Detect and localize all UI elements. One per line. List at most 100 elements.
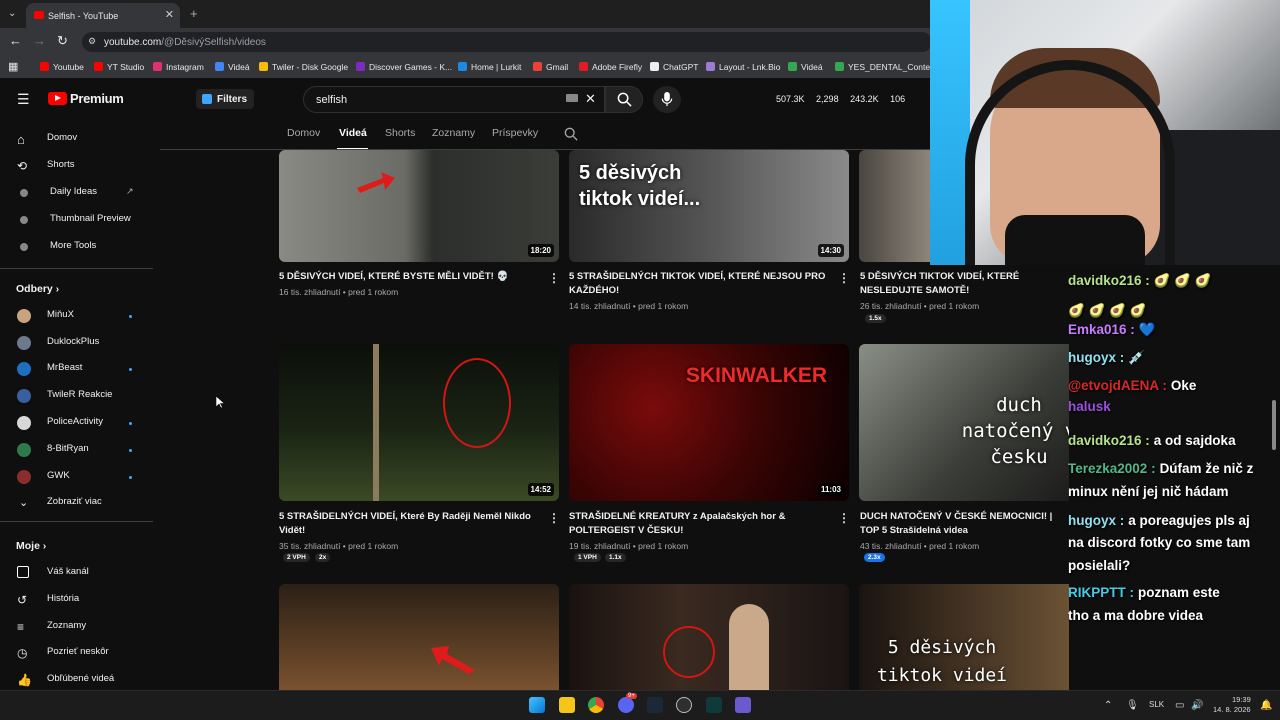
sidebar-item-history[interactable]: ↺ História (0, 593, 150, 607)
tab-shorts[interactable]: Shorts (385, 127, 415, 139)
clock-time[interactable]: 19:39 (1232, 695, 1251, 704)
video-thumbnail[interactable]: 18:20 (279, 150, 559, 262)
app-icon[interactable] (735, 697, 751, 713)
mouse-cursor-icon (216, 396, 225, 409)
youtube-logo[interactable]: Premium (48, 91, 124, 106)
site-info-icon[interactable]: ⚙ (88, 36, 96, 47)
search-input[interactable]: selfish ✕ (303, 86, 605, 113)
more-options-icon[interactable]: ⋮ (548, 511, 560, 525)
video-title[interactable]: 5 DĚSIVÝCH TIKTOK VIDEÍ, KTERÉ NESLEDUJT… (860, 270, 1065, 298)
terminal-icon[interactable] (706, 697, 722, 713)
bookmark-lnk-bio[interactable]: Layout - Lnk.Bio (706, 62, 780, 72)
bookmark-yes-dental[interactable]: YES_DENTAL_Conte... (835, 62, 937, 72)
page-scrollbar[interactable] (1272, 400, 1276, 450)
video-title[interactable]: 5 STRAŠIDELNÝCH TIKTOK VIDEÍ, KTERÉ NEJS… (569, 270, 835, 298)
bookmark-discover-games[interactable]: Discover Games - K... (356, 62, 452, 72)
channel-search-icon[interactable] (564, 127, 578, 141)
sidebar-item-your-channel[interactable]: Váš kanál (0, 566, 150, 580)
sidebar-item-thumbnail-preview[interactable]: Thumbnail Preview (0, 213, 150, 227)
close-tab-icon[interactable]: ✕ (165, 8, 174, 21)
video-thumbnail[interactable] (569, 584, 849, 690)
chat-username: hugoyx : (1068, 350, 1125, 365)
sidebar-sub-mrbeast[interactable]: MrBeast (0, 362, 150, 376)
volume-icon[interactable]: 🔊 (1191, 700, 1203, 711)
sidebar-item-liked-videos[interactable]: 👍 Obľúbené videá (0, 673, 150, 687)
me-heading[interactable]: Moje › (16, 540, 46, 552)
channel-stats-extension[interactable]: 507.3K 2,298 243.2K 106 (776, 94, 914, 104)
clock-date[interactable]: 14. 8. 2026 (1213, 705, 1251, 714)
sidebar-sub-minux[interactable]: MiňuX (0, 309, 150, 323)
filters-button[interactable]: Filters (196, 89, 254, 109)
video-thumbnail[interactable]: SKINWALKER 11:03 (569, 344, 849, 501)
new-tab-icon[interactable]: + (190, 6, 198, 21)
keyboard-icon[interactable] (566, 94, 578, 102)
sidebar-item-watch-later[interactable]: ◷ Pozrieť neskôr (0, 646, 150, 660)
video-thumbnail[interactable] (279, 584, 559, 690)
tab-list-icon[interactable]: ⌄ (8, 8, 16, 19)
voice-search-button[interactable] (653, 86, 681, 113)
sidebar-item-home[interactable]: ⌂ Domov (0, 132, 150, 147)
more-options-icon[interactable]: ⋮ (838, 271, 850, 285)
sidebar-sub-twiler-reakcie[interactable]: TwileR Reakcie (0, 389, 150, 403)
tray-overflow-icon[interactable]: ⌃ (1104, 700, 1112, 711)
video-thumbnail[interactable]: 5 děsivých tiktok videí... 14:30 (569, 150, 849, 262)
reload-icon[interactable]: ↻ (57, 33, 68, 49)
network-icon[interactable]: ▭ (1175, 700, 1184, 711)
video-title[interactable]: 5 DĚSIVÝCH VIDEÍ, KTERÉ BYSTE MĚLI VIDĚT… (279, 270, 541, 284)
bookmark-instagram[interactable]: Instagram (153, 62, 204, 72)
bookmark-lurkit[interactable]: Home | Lurkit (458, 62, 521, 72)
sidebar-sub-8bitryan[interactable]: 8-BitRyan (0, 443, 150, 457)
video-title[interactable]: 5 STRAŠIDELNÝCH VIDEÍ, Které By Raději N… (279, 510, 545, 538)
video-thumbnail[interactable]: duch natočený v česku (859, 344, 1069, 501)
language-indicator[interactable]: SLK (1149, 700, 1164, 709)
forward-icon[interactable]: → (33, 33, 46, 48)
menu-icon[interactable]: ☰ (17, 91, 30, 108)
video-thumbnail[interactable] (859, 150, 930, 262)
bookmark-youtube[interactable]: Youtube (40, 62, 84, 72)
tab-home[interactable]: Domov (287, 127, 320, 139)
stat-views: 507.3K (776, 94, 805, 104)
tab-posts[interactable]: Príspevky (492, 127, 538, 139)
steam-icon[interactable] (647, 697, 663, 713)
browser-tab[interactable]: Selfish - YouTube ✕ (26, 3, 180, 28)
bookmark-videa[interactable]: Videá (215, 62, 250, 72)
microphone-tray-icon[interactable]: 🎙 (1126, 700, 1139, 711)
video-title[interactable]: STRAŠIDELNÉ KREATURY z Apalačských hor &… (569, 510, 835, 538)
obs-icon[interactable] (676, 697, 692, 713)
start-icon[interactable] (529, 697, 545, 713)
more-options-icon[interactable]: ⋮ (548, 271, 560, 285)
url-field[interactable]: ⚙ youtube.com/@DěsivýSelfish/videos (82, 32, 932, 52)
chat-username: davidko216 : (1068, 273, 1150, 288)
bookmark-yt-studio[interactable]: YT Studio (94, 62, 144, 72)
sidebar-item-daily-ideas[interactable]: Daily Ideas ↗ (0, 186, 150, 200)
chat-message: hugoyx : 💉 (1068, 350, 1145, 366)
video-title[interactable]: DUCH NATOČENÝ V ČESKÉ NEMOCNICI! | TOP 5… (860, 510, 1070, 538)
bookmark-chatgpt[interactable]: ChatGPT (650, 62, 698, 72)
more-options-icon[interactable]: ⋮ (838, 511, 850, 525)
bookmark-gmail[interactable]: Gmail (533, 62, 568, 72)
subscriptions-heading[interactable]: Odbery › (16, 283, 59, 295)
notification-icon[interactable]: 🔔 (1260, 700, 1272, 711)
sidebar-item-more-tools[interactable]: More Tools (0, 240, 150, 254)
sidebar-item-playlists[interactable]: ≡ Zoznamy (0, 620, 150, 634)
bookmark-google-drive[interactable]: Twiler - Disk Google (259, 62, 348, 72)
search-button[interactable] (605, 86, 643, 113)
back-icon[interactable]: ← (9, 33, 22, 48)
tab-videos[interactable]: Videá (339, 127, 367, 139)
chrome-icon[interactable] (588, 697, 604, 713)
sidebar-sub-gwk[interactable]: GWK (0, 470, 150, 484)
show-more-button[interactable]: ⌄ Zobraziť viac (0, 496, 150, 510)
chat-username: halusk (1068, 399, 1111, 414)
clear-search-icon[interactable]: ✕ (585, 91, 596, 107)
video-thumbnail[interactable]: 14:52 (279, 344, 559, 501)
bookmark-adobe-firefly[interactable]: Adobe Firefly (579, 62, 642, 72)
video-thumbnail[interactable]: 5 děsivých tiktok videí (859, 584, 1069, 690)
sidebar-item-shorts[interactable]: ⟲ Shorts (0, 159, 150, 173)
sidebar-sub-policeactivity[interactable]: PoliceActivity (0, 416, 150, 430)
sidebar-sub-duklockplus[interactable]: DuklockPlus (0, 336, 150, 350)
apps-grid-icon[interactable]: ▦ (8, 60, 18, 73)
discord-icon[interactable] (618, 697, 634, 713)
file-explorer-icon[interactable] (559, 697, 575, 713)
bookmark-videa-2[interactable]: Videá (788, 62, 823, 72)
tab-playlists[interactable]: Zoznamy (432, 127, 475, 139)
